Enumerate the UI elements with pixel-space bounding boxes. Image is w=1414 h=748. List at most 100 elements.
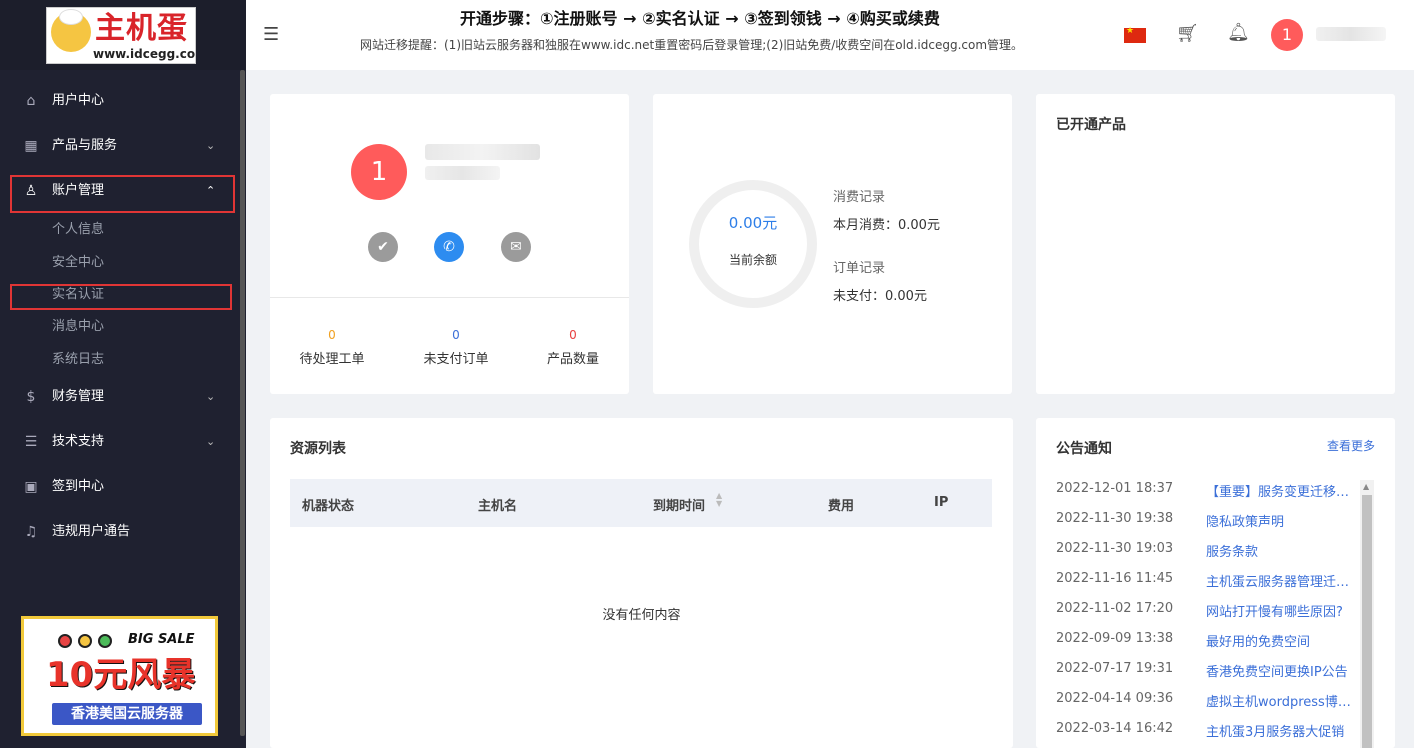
promo-headline: 10元风暴 <box>46 655 196 695</box>
sidebar-item-label: 用户中心 <box>52 93 105 108</box>
sidebar-subitem-security[interactable]: 安全中心 <box>52 255 104 271</box>
divider <box>270 297 629 298</box>
sidebar-item-label: 产品与服务 <box>52 138 118 153</box>
notice-date: 2022-12-01 18:37 <box>1056 481 1174 496</box>
view-more-link[interactable]: 查看更多 <box>1327 437 1375 454</box>
unpaid-orders-label: 未支付订单 <box>423 352 489 367</box>
shield-check-icon[interactable]: ✔ <box>368 232 398 262</box>
sidebar-item-finance[interactable]: $ 财务管理 ⌄ <box>0 379 240 415</box>
sidebar-item-label: 技术支持 <box>52 434 105 449</box>
notice-date: 2022-11-16 11:45 <box>1056 571 1174 586</box>
notice-date: 2022-11-30 19:38 <box>1056 511 1174 526</box>
sidebar-subitem-logs[interactable]: 系统日志 <box>52 352 104 368</box>
consumption-record-title[interactable]: 消费记录 <box>833 186 885 205</box>
notice-date: 2022-11-30 19:03 <box>1056 541 1174 556</box>
unpaid-amount: 未支付：0.00元 <box>833 289 927 304</box>
resource-table-header: 机器状态 主机名 到期时间 ▲ ▼ 费用 IP <box>290 479 992 527</box>
profile-name-redacted <box>425 144 540 160</box>
notice-date: 2022-07-17 19:31 <box>1056 661 1174 676</box>
unpaid-orders-count[interactable]: 0 <box>406 328 506 342</box>
sidebar-item-products[interactable]: ▦ 产品与服务 ⌄ <box>0 128 240 164</box>
chick-logo-icon <box>51 9 91 52</box>
promo-tag: BIG SALE <box>128 632 195 647</box>
product-count[interactable]: 0 <box>523 328 623 342</box>
chevron-down-icon: ⌄ <box>206 390 216 403</box>
col-hostname: 主机名 <box>478 499 518 514</box>
sidebar-item-user-center[interactable]: ⌂ 用户中心 <box>0 83 240 119</box>
window-dots <box>58 633 118 652</box>
sidebar-item-support[interactable]: ☰ 技术支持 ⌄ <box>0 424 240 460</box>
balance-card: 0.00元 当前余额 消费记录 本月消费：0.00元 订单记录 未支付：0.00… <box>653 94 1012 394</box>
scroll-up-icon[interactable]: ▲ <box>1363 482 1369 491</box>
sidebar-item-checkin[interactable]: ▣ 签到中心 <box>0 469 240 505</box>
cart-icon[interactable]: 🛒︎ <box>1176 23 1199 44</box>
sidebar-scrollbar[interactable] <box>240 70 245 736</box>
notices-scrollbar[interactable]: ▲ <box>1360 480 1374 748</box>
sidebar-item-label: 财务管理 <box>52 389 105 404</box>
migration-notice: 网站迁移提醒：(1)旧站云服务器和独服在www.idc.net重置密码后登录管理… <box>360 38 1024 52</box>
profile-avatar: 1 <box>351 144 407 200</box>
balance-amount: 0.00元 <box>728 214 778 232</box>
order-record-title[interactable]: 订单记录 <box>833 257 885 276</box>
document-icon: ☰ <box>24 434 38 450</box>
notices-title: 公告通知 <box>1056 441 1112 457</box>
user-avatar[interactable]: 1 <box>1271 19 1303 51</box>
chevron-down-icon: ⌄ <box>206 139 216 152</box>
product-count-label: 产品数量 <box>546 352 599 367</box>
active-products-title: 已开通产品 <box>1056 117 1126 133</box>
grid-icon: ▦ <box>24 138 38 154</box>
monthly-consumption: 本月消费：0.00元 <box>833 218 940 233</box>
logo[interactable]: 主机蛋 www.idcegg.com <box>46 7 196 64</box>
notice-link[interactable]: 服务条款 <box>1206 541 1354 560</box>
sort-icon[interactable]: ▲ ▼ <box>716 492 722 508</box>
sidebar-subitem-messages[interactable]: 消息中心 <box>52 319 104 335</box>
resource-list-title: 资源列表 <box>290 441 346 457</box>
menu-toggle-icon[interactable]: ☰ <box>263 24 279 45</box>
notice-date: 2022-09-09 13:38 <box>1056 631 1174 646</box>
highlight-box-account <box>10 175 235 213</box>
notices-card: 公告通知 查看更多 2022-12-01 18:37 【重要】服务变更迁移通知 … <box>1036 418 1395 748</box>
empty-state: 没有任何内容 <box>602 608 681 623</box>
notice-date: 2022-11-02 17:20 <box>1056 601 1174 616</box>
col-expiry[interactable]: 到期时间 <box>653 495 705 514</box>
logo-brand: 主机蛋 <box>95 11 188 46</box>
col-ip: IP <box>934 495 949 510</box>
notification-bell-icon[interactable]: 🔔︎ <box>1227 22 1250 43</box>
sidebar: 主机蛋 www.idcegg.com ⌂ 用户中心 ▦ 产品与服务 ⌄ ♙ 账户… <box>0 0 246 748</box>
pending-tickets-count[interactable]: 0 <box>282 328 382 342</box>
home-icon: ⌂ <box>26 93 36 109</box>
notice-link[interactable]: 主机蛋3月服务器大促销 <box>1206 721 1354 740</box>
scroll-thumb[interactable] <box>1362 495 1372 748</box>
profile-card: 1 ✔ ✆ ✉ 0 待处理工单 0 未支付订单 0 产品数量 <box>270 94 629 394</box>
sidebar-item-label: 违规用户通告 <box>52 524 131 539</box>
notice-link[interactable]: 隐私政策声明 <box>1206 511 1354 530</box>
notice-link[interactable]: 主机蛋云服务器管理迁移说明 <box>1206 571 1354 590</box>
close-dot-icon <box>58 634 72 648</box>
highlight-box-realname <box>10 284 232 310</box>
active-products-card: 已开通产品 <box>1036 94 1395 394</box>
phone-icon[interactable]: ✆ <box>434 232 464 262</box>
signup-steps: 开通步骤：①注册账号 → ②实名认证 → ③签到领钱 → ④购买或续费 <box>460 9 940 28</box>
notice-link[interactable]: 最好用的免费空间 <box>1206 631 1354 650</box>
minimize-dot-icon <box>78 634 92 648</box>
sidebar-item-violations[interactable]: ♫ 违规用户通告 <box>0 514 240 550</box>
chevron-down-icon: ⌄ <box>206 435 216 448</box>
profile-id-redacted <box>425 166 500 180</box>
notice-date: 2022-04-14 09:36 <box>1056 691 1174 706</box>
balance-label: 当前余额 <box>728 253 777 267</box>
china-flag-icon[interactable] <box>1124 26 1146 43</box>
notice-link[interactable]: 虚拟主机wordpress博客搭建教程 <box>1206 691 1354 710</box>
username-redacted[interactable] <box>1316 27 1386 41</box>
col-fee: 费用 <box>828 499 855 514</box>
notice-link[interactable]: 香港免费空间更换IP公告 <box>1206 661 1354 680</box>
pending-tickets-label: 待处理工单 <box>299 352 365 367</box>
promo-banner[interactable]: BIG SALE 10元风暴 香港美国云服务器 <box>21 616 218 736</box>
dollar-icon: $ <box>26 389 36 405</box>
notice-link[interactable]: 【重要】服务变更迁移通知 <box>1206 481 1354 500</box>
col-status: 机器状态 <box>302 499 355 514</box>
sidebar-subitem-profile[interactable]: 个人信息 <box>52 222 104 238</box>
maximize-dot-icon <box>98 634 112 648</box>
email-icon[interactable]: ✉ <box>501 232 531 262</box>
notice-link[interactable]: 网站打开慢有哪些原因? <box>1206 601 1354 620</box>
promo-subline: 香港美国云服务器 <box>52 703 202 725</box>
